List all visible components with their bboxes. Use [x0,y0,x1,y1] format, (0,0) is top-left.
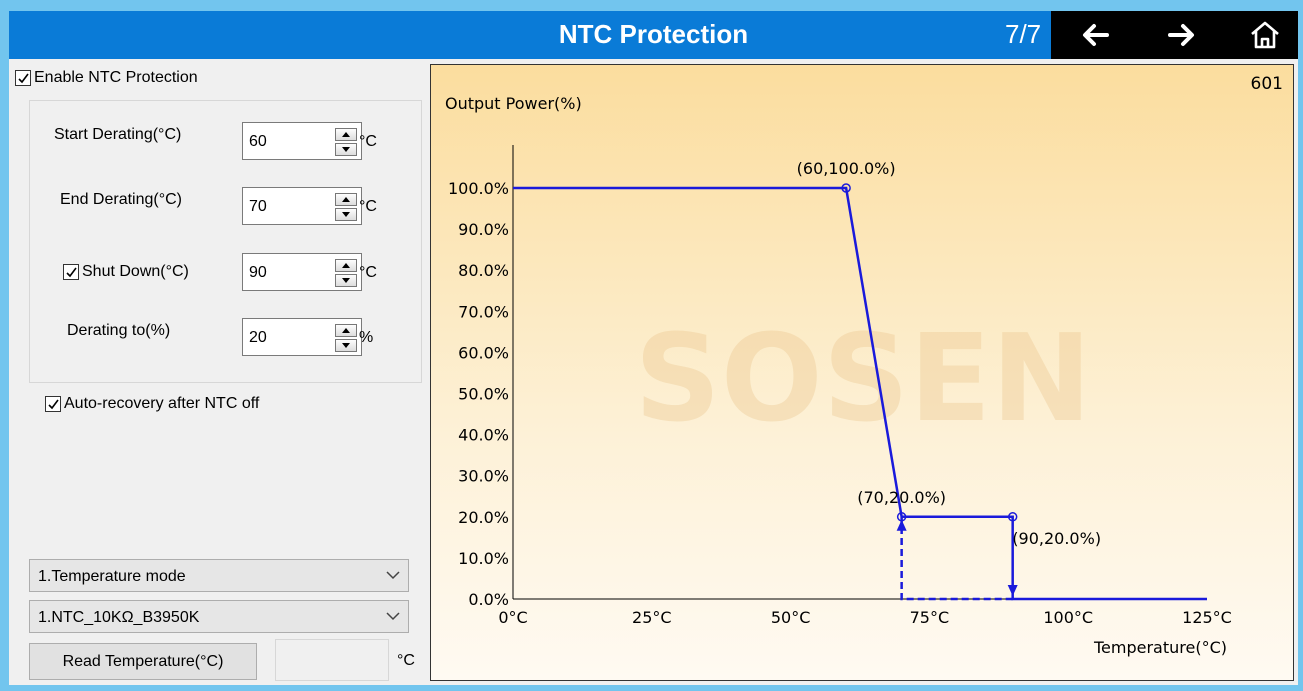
y-tick-label: 80.0% [458,261,509,280]
enable-ntc-label: Enable NTC Protection [34,69,198,86]
mode-select[interactable]: 1.Temperature mode [29,559,409,592]
home-button[interactable] [1247,19,1283,51]
y-tick-label: 40.0% [458,426,509,445]
ntc-type-select-value: 1.NTC_10KΩ_B3950K [38,609,200,626]
spin-down-icon[interactable] [335,339,357,352]
x-tick-label: 0°C [498,608,527,627]
start-derating-value[interactable]: 60 [249,133,267,151]
x-tick-label: 75°C [910,608,950,627]
back-button[interactable] [1077,19,1113,51]
x-tick-label: 125°C [1182,608,1232,627]
derating-to-unit: % [359,329,374,346]
y-tick-label: 60.0% [458,343,509,362]
spin-up-icon[interactable] [335,193,357,206]
x-tick-label: 25°C [632,608,672,627]
derating-to-value[interactable]: 20 [249,329,267,347]
mode-select-value: 1.Temperature mode [38,568,186,585]
derating-chart: SOSEN 601 Output Power(%) Temperature(°C) 0.… [430,64,1294,681]
arrow-right-icon [1168,24,1194,46]
y-tick-label: 10.0% [458,549,509,568]
spin-up-icon[interactable] [335,324,357,337]
y-tick-label: 20.0% [458,508,509,527]
main-window: NTC Protection 7/7 Enable NTC Protection… [9,11,1298,685]
y-tick-label: 0.0% [468,590,509,609]
x-axis-label: Temperature(°C) [1093,638,1227,657]
data-point-label: (70,20.0%) [857,488,946,507]
temperature-readout [275,639,389,681]
nav-bar [1051,11,1298,59]
start-derating-spinbox[interactable]: 60 [242,122,362,160]
checkbox-icon [45,396,61,412]
spin-up-icon[interactable] [335,128,357,141]
auto-recovery-checkbox[interactable]: Auto-recovery after NTC off [45,395,259,413]
title-bar: NTC Protection 7/7 [9,11,1298,59]
spin-down-icon[interactable] [335,274,357,287]
y-tick-label: 30.0% [458,467,509,486]
end-derating-spinbox[interactable]: 70 [242,187,362,225]
watermark-text: SOSEN [634,310,1091,449]
chart-id-label: 601 [1251,74,1283,94]
derating-to-spinbox[interactable]: 20 [242,318,362,356]
auto-recovery-label: Auto-recovery after NTC off [64,395,260,412]
forward-button[interactable] [1164,19,1200,51]
shutdown-spinbox[interactable]: 90 [242,253,362,291]
end-derating-value[interactable]: 70 [249,198,267,216]
arrow-left-icon [1083,24,1109,46]
recovery-path-line [900,516,1013,601]
shutdown-value[interactable]: 90 [249,264,267,282]
data-point-label: (60,100.0%) [797,159,896,178]
start-derating-unit: °C [359,133,377,150]
data-point-label: (90,20.0%) [1012,529,1101,548]
shutdown-unit: °C [359,264,377,281]
x-tick-label: 100°C [1043,608,1093,627]
enable-ntc-checkbox[interactable]: Enable NTC Protection [15,69,198,87]
spin-down-icon[interactable] [335,143,357,156]
y-tick-label: 70.0% [458,302,509,321]
y-axis-label: Output Power(%) [445,94,582,113]
read-temperature-button[interactable]: Read Temperature(°C) [29,643,257,680]
derating-to-label: Derating to(%) [67,322,171,339]
end-derating-label: End Derating(°C) [60,191,182,208]
checkbox-icon [63,264,79,280]
end-derating-unit: °C [359,198,377,215]
checkbox-icon [15,70,31,86]
page-indicator: 7/7 [1005,19,1042,49]
temperature-readout-unit: °C [397,652,415,669]
spin-down-icon[interactable] [335,208,357,221]
x-tick-label: 50°C [771,608,811,627]
derating-chart-svg: SOSEN 601 Output Power(%) Temperature(°C) 0.… [445,74,1283,657]
y-tick-label: 100.0% [448,179,509,198]
ntc-type-select[interactable]: 1.NTC_10KΩ_B3950K [29,600,409,633]
chevron-down-icon [386,612,400,621]
shutdown-label: Shut Down(°C) [82,263,189,280]
y-tick-label: 50.0% [458,385,509,404]
y-tick-label: 90.0% [458,220,509,239]
home-icon [1251,21,1279,49]
chevron-down-icon [386,571,400,580]
spin-up-icon[interactable] [335,259,357,272]
shutdown-checkbox[interactable]: Shut Down(°C) [63,263,189,281]
shutdown-arrow-down [1007,585,1018,596]
start-derating-label: Start Derating(°C) [54,126,182,143]
